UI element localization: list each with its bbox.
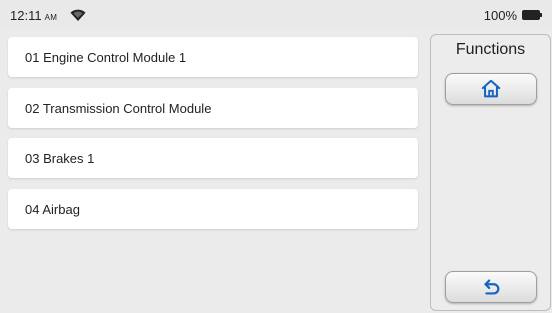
- module-item-brakes[interactable]: 03 Brakes 1: [8, 138, 418, 178]
- module-label: 04 Airbag: [25, 201, 80, 217]
- status-left: 12:11 AM: [10, 8, 87, 23]
- back-button[interactable]: [445, 271, 537, 303]
- functions-panel: Functions: [430, 34, 551, 311]
- functions-title: Functions: [455, 41, 526, 58]
- battery-text: 100%: [483, 7, 517, 23]
- home-icon: [481, 79, 501, 98]
- status-right: 100%: [484, 8, 542, 23]
- module-label: 03 Brakes 1: [25, 150, 95, 166]
- status-bar: 12:11 AM 100%: [0, 0, 552, 30]
- battery-icon: [522, 10, 542, 20]
- module-list: 01 Engine Control Module 1 02 Transmissi…: [8, 34, 421, 310]
- module-item-transmission-control[interactable]: 02 Transmission Control Module: [8, 88, 418, 128]
- status-time: 12:11: [10, 7, 42, 23]
- wifi-icon: [70, 9, 86, 21]
- module-label: 01 Engine Control Module 1: [25, 49, 187, 65]
- module-label: 02 Transmission Control Module: [25, 100, 212, 116]
- status-ampm: AM: [44, 12, 58, 22]
- module-item-engine-control[interactable]: 01 Engine Control Module 1: [8, 37, 418, 77]
- home-button[interactable]: [445, 73, 537, 105]
- module-item-airbag[interactable]: 04 Airbag: [8, 189, 418, 229]
- back-icon: [484, 279, 500, 295]
- clock: 12:11 AM: [10, 8, 57, 23]
